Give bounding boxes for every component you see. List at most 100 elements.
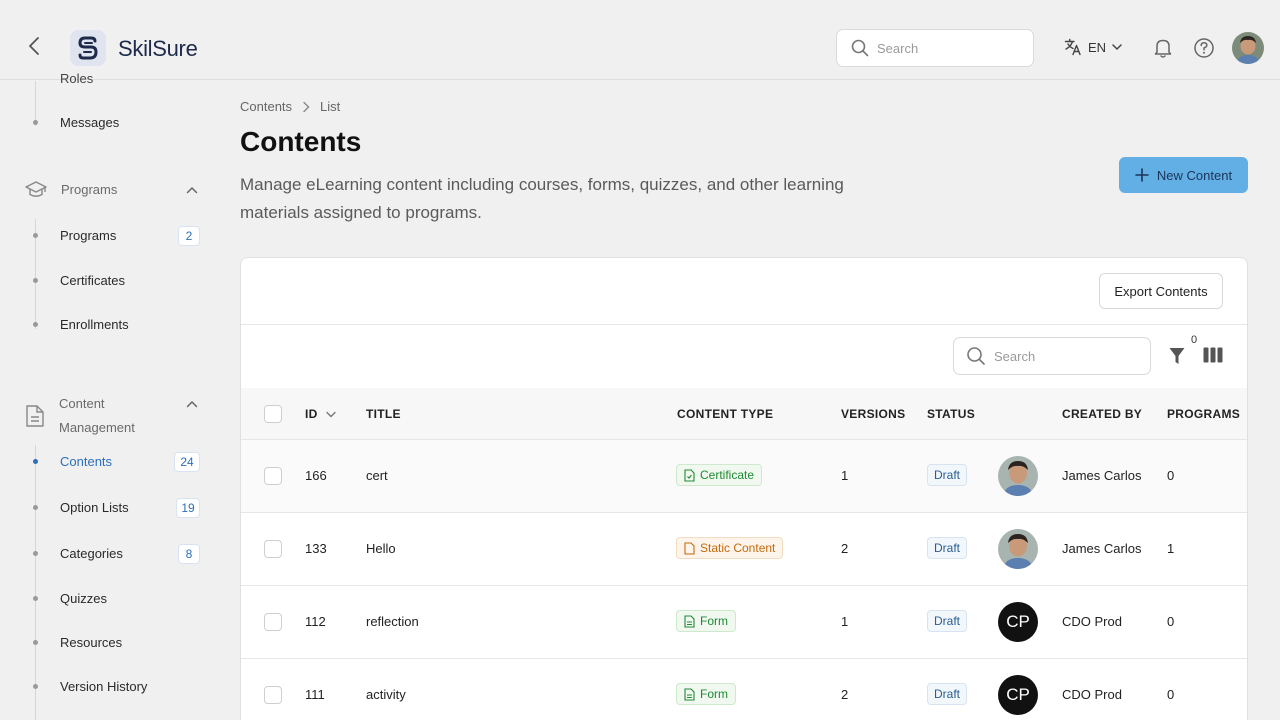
form-file-icon bbox=[684, 614, 695, 628]
bell-icon bbox=[1154, 39, 1172, 58]
new-content-button[interactable]: New Content bbox=[1119, 157, 1248, 193]
cell-id: 133 bbox=[305, 541, 327, 556]
sidebar-dot bbox=[33, 120, 38, 125]
sidebar-badge: 19 bbox=[176, 498, 200, 518]
sidebar: Roles Messages Programs Programs 2 Certi… bbox=[0, 71, 218, 720]
sidebar-dot bbox=[33, 684, 38, 689]
cell-title[interactable]: reflection bbox=[366, 614, 419, 629]
row-checkbox[interactable] bbox=[264, 467, 282, 485]
top-search-box[interactable] bbox=[836, 29, 1034, 67]
row-checkbox[interactable] bbox=[264, 686, 282, 704]
sidebar-item-quizzes[interactable]: Quizzes bbox=[60, 591, 107, 606]
breadcrumb: Contents List bbox=[240, 99, 340, 114]
language-selector[interactable]: EN bbox=[1064, 38, 1122, 56]
sidebar-dot bbox=[33, 596, 38, 601]
export-contents-button[interactable]: Export Contents bbox=[1099, 273, 1223, 309]
content-type-label: Form bbox=[700, 687, 728, 701]
cell-programs: 0 bbox=[1167, 468, 1175, 483]
sidebar-dot bbox=[33, 551, 38, 556]
sidebar-item-programs[interactable]: Programs bbox=[60, 228, 116, 243]
column-header-id[interactable]: ID bbox=[305, 407, 336, 421]
chevron-up-icon[interactable] bbox=[186, 186, 198, 194]
cell-title[interactable]: activity bbox=[366, 687, 406, 702]
sidebar-item-resources[interactable]: Resources bbox=[60, 635, 122, 650]
cell-created-by: James Carlos bbox=[1062, 541, 1142, 556]
sidebar-dot-active bbox=[33, 459, 38, 464]
top-search-input[interactable] bbox=[877, 40, 1007, 56]
logo-text: SkilSure bbox=[118, 36, 198, 61]
back-button[interactable] bbox=[22, 34, 46, 58]
status-badge: Draft bbox=[927, 464, 968, 486]
sidebar-section-content-management[interactable]: Content Management bbox=[25, 392, 169, 440]
sidebar-dot bbox=[33, 505, 38, 510]
column-header-label: ID bbox=[305, 407, 318, 421]
sidebar-badge: 2 bbox=[178, 226, 200, 246]
cell-title[interactable]: Hello bbox=[366, 541, 396, 556]
sidebar-tree-line bbox=[35, 445, 36, 720]
sidebar-item-contents[interactable]: Contents bbox=[60, 454, 112, 469]
content-type-badge: Static Content bbox=[676, 537, 784, 559]
sidebar-item-certificates[interactable]: Certificates bbox=[60, 273, 125, 288]
user-avatar[interactable] bbox=[1232, 32, 1264, 64]
help-icon bbox=[1194, 38, 1214, 58]
column-header-content-type[interactable]: CONTENT TYPE bbox=[677, 407, 773, 421]
column-header-versions[interactable]: VERSIONS bbox=[841, 407, 905, 421]
search-icon bbox=[967, 347, 985, 365]
row-checkbox[interactable] bbox=[264, 613, 282, 631]
divider bbox=[241, 324, 1247, 325]
table-header: ID TITLE CONTENT TYPE VERSIONS STATUS CR… bbox=[241, 388, 1247, 440]
select-all-checkbox[interactable] bbox=[264, 405, 282, 423]
help-button[interactable] bbox=[1193, 37, 1215, 64]
sidebar-dot bbox=[33, 322, 38, 327]
sidebar-dot bbox=[33, 640, 38, 645]
cell-created-by: CDO Prod bbox=[1062, 614, 1122, 629]
column-header-status[interactable]: STATUS bbox=[927, 407, 975, 421]
filter-icon bbox=[1169, 348, 1185, 364]
chevron-up-icon[interactable] bbox=[186, 400, 198, 408]
sidebar-section-programs[interactable]: Programs bbox=[25, 178, 117, 202]
cell-versions: 2 bbox=[841, 687, 849, 702]
sidebar-dot bbox=[33, 233, 38, 238]
table-search-input[interactable] bbox=[994, 348, 1124, 364]
column-header-created-by[interactable]: CREATED BY bbox=[1062, 407, 1142, 421]
contents-table-card: Export Contents 0 ID TITLE CONTENT TYPE … bbox=[240, 257, 1248, 720]
column-header-title[interactable]: TITLE bbox=[366, 407, 401, 421]
search-icon bbox=[851, 39, 869, 57]
column-header-programs[interactable]: PROGRAMS bbox=[1167, 407, 1240, 421]
page-title: Contents bbox=[240, 126, 362, 157]
notifications-button[interactable] bbox=[1153, 37, 1173, 64]
filter-button[interactable] bbox=[1169, 347, 1185, 370]
plus-icon bbox=[1135, 168, 1149, 182]
content-type-label: Form bbox=[700, 614, 728, 628]
table-row[interactable]: 111 activity Form 2 Draft CP CDO Prod 0 bbox=[241, 659, 1247, 720]
row-checkbox[interactable] bbox=[264, 540, 282, 558]
table-row[interactable]: 112 reflection Form 1 Draft CP CDO Prod … bbox=[241, 586, 1247, 659]
content-type-badge: Form bbox=[676, 683, 736, 705]
page-description: Manage eLearning content including cours… bbox=[240, 175, 844, 222]
chevron-down-icon bbox=[1112, 44, 1122, 51]
sidebar-badge: 24 bbox=[174, 452, 200, 472]
sidebar-item-version-history[interactable]: Version History bbox=[60, 679, 147, 694]
table-row[interactable]: 133 Hello Static Content 2 Draft James C… bbox=[241, 513, 1247, 586]
sidebar-badge: 8 bbox=[178, 544, 200, 564]
breadcrumb-list: List bbox=[320, 99, 341, 114]
status-badge: Draft bbox=[927, 610, 968, 632]
creator-avatar: CP bbox=[998, 602, 1038, 642]
graduation-cap-icon bbox=[25, 181, 47, 197]
sidebar-item-option-lists[interactable]: Option Lists bbox=[60, 500, 129, 515]
table-search-box[interactable] bbox=[953, 337, 1151, 375]
sidebar-item-enrollments[interactable]: Enrollments bbox=[60, 317, 129, 332]
sort-down-icon bbox=[325, 411, 336, 417]
sidebar-item-categories[interactable]: Categories bbox=[60, 546, 123, 561]
content-type-badge: Form bbox=[676, 610, 736, 632]
table-row[interactable]: 166 cert Certificate 1 Draft James Carlo… bbox=[241, 440, 1247, 513]
cell-programs: 0 bbox=[1167, 687, 1175, 702]
cell-title[interactable]: cert bbox=[366, 468, 388, 483]
breadcrumb-contents[interactable]: Contents bbox=[240, 99, 292, 114]
sidebar-item-messages[interactable]: Messages bbox=[60, 115, 119, 130]
language-label: EN bbox=[1088, 39, 1107, 55]
creator-avatar bbox=[998, 456, 1038, 496]
sidebar-item-roles[interactable]: Roles bbox=[60, 71, 93, 86]
new-content-label: New Content bbox=[1156, 167, 1233, 183]
columns-button[interactable] bbox=[1203, 347, 1223, 368]
